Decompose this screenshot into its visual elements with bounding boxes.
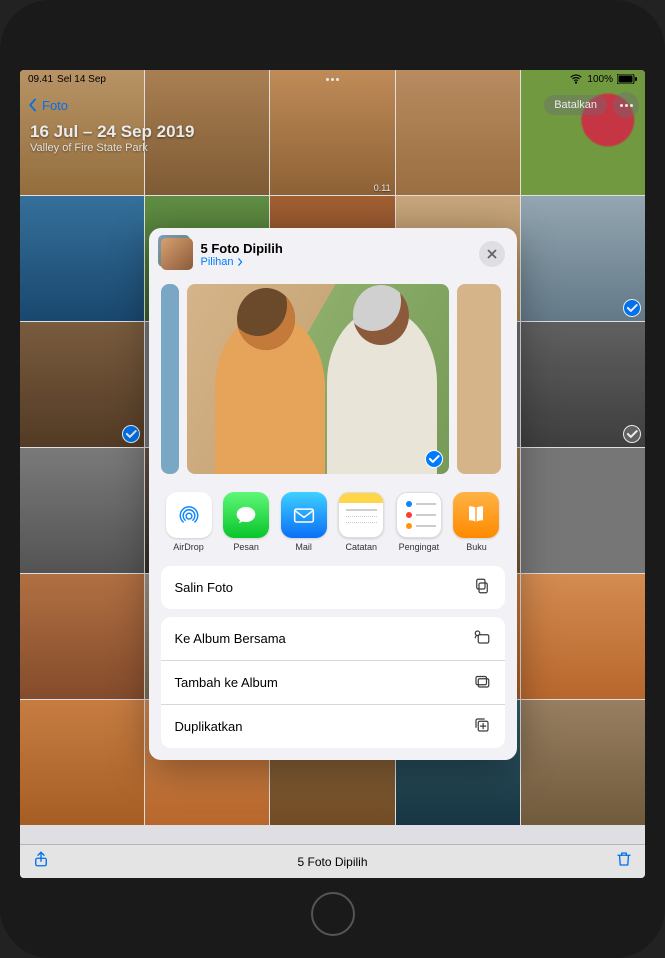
options-button[interactable]: Pilihan	[201, 256, 283, 268]
action-copy-photo[interactable]: Salin Foto	[161, 566, 505, 609]
screen: 09.41 Sel 14 Sep 100% Foto	[20, 70, 645, 878]
action-label: Duplikatkan	[175, 719, 243, 734]
action-add-to-album[interactable]: Tambah ke Album	[161, 660, 505, 704]
books-icon	[453, 492, 499, 538]
share-app-notes[interactable]: Catatan	[337, 492, 385, 552]
options-label: Pilihan	[201, 256, 234, 268]
chevron-right-icon	[236, 258, 244, 266]
notes-icon	[338, 492, 384, 538]
app-label: Mail	[295, 542, 312, 552]
action-duplicate[interactable]: Duplikatkan	[161, 704, 505, 748]
action-label: Ke Album Bersama	[175, 631, 286, 646]
share-app-reminders[interactable]: Pengingat	[395, 492, 443, 552]
share-app-airdrop[interactable]: AirDrop	[165, 492, 213, 552]
preview-row[interactable]	[149, 278, 517, 486]
share-app-row: AirDrop Pesan Mail	[149, 486, 517, 566]
app-label: Buku	[466, 542, 487, 552]
mail-icon	[281, 492, 327, 538]
share-app-books[interactable]: Buku	[452, 492, 500, 552]
share-sheet: 5 Foto Dipilih Pilihan	[149, 228, 517, 760]
close-icon	[485, 247, 499, 261]
app-label: Pesan	[233, 542, 259, 552]
share-app-messages[interactable]: Pesan	[222, 492, 270, 552]
share-sheet-title: 5 Foto Dipilih	[201, 241, 283, 256]
preview-thumb[interactable]	[457, 284, 501, 474]
airdrop-icon	[166, 492, 212, 538]
action-label: Tambah ke Album	[175, 675, 278, 690]
share-app-mail[interactable]: Mail	[280, 492, 328, 552]
share-sheet-header: 5 Foto Dipilih Pilihan	[149, 228, 517, 278]
close-button[interactable]	[479, 241, 505, 267]
copy-icon	[473, 577, 491, 598]
add-album-icon	[473, 672, 491, 693]
duplicate-icon	[473, 716, 491, 737]
selection-thumbnail	[161, 238, 193, 270]
ipad-device-frame: 09.41 Sel 14 Sep 100% Foto	[0, 0, 665, 958]
home-button[interactable]	[311, 892, 355, 936]
shared-album-icon	[473, 628, 491, 649]
preview-thumb[interactable]	[187, 284, 449, 474]
app-label: Catatan	[346, 542, 378, 552]
action-shared-album[interactable]: Ke Album Bersama	[161, 617, 505, 660]
reminders-icon	[396, 492, 442, 538]
action-label: Salin Foto	[175, 580, 234, 595]
messages-icon	[223, 492, 269, 538]
preview-thumb[interactable]	[161, 284, 179, 474]
app-label: Pengingat	[399, 542, 440, 552]
selected-check-icon	[425, 450, 443, 468]
app-label: AirDrop	[173, 542, 204, 552]
action-list: Salin Foto Ke Album Bersama Tamb	[149, 566, 517, 760]
